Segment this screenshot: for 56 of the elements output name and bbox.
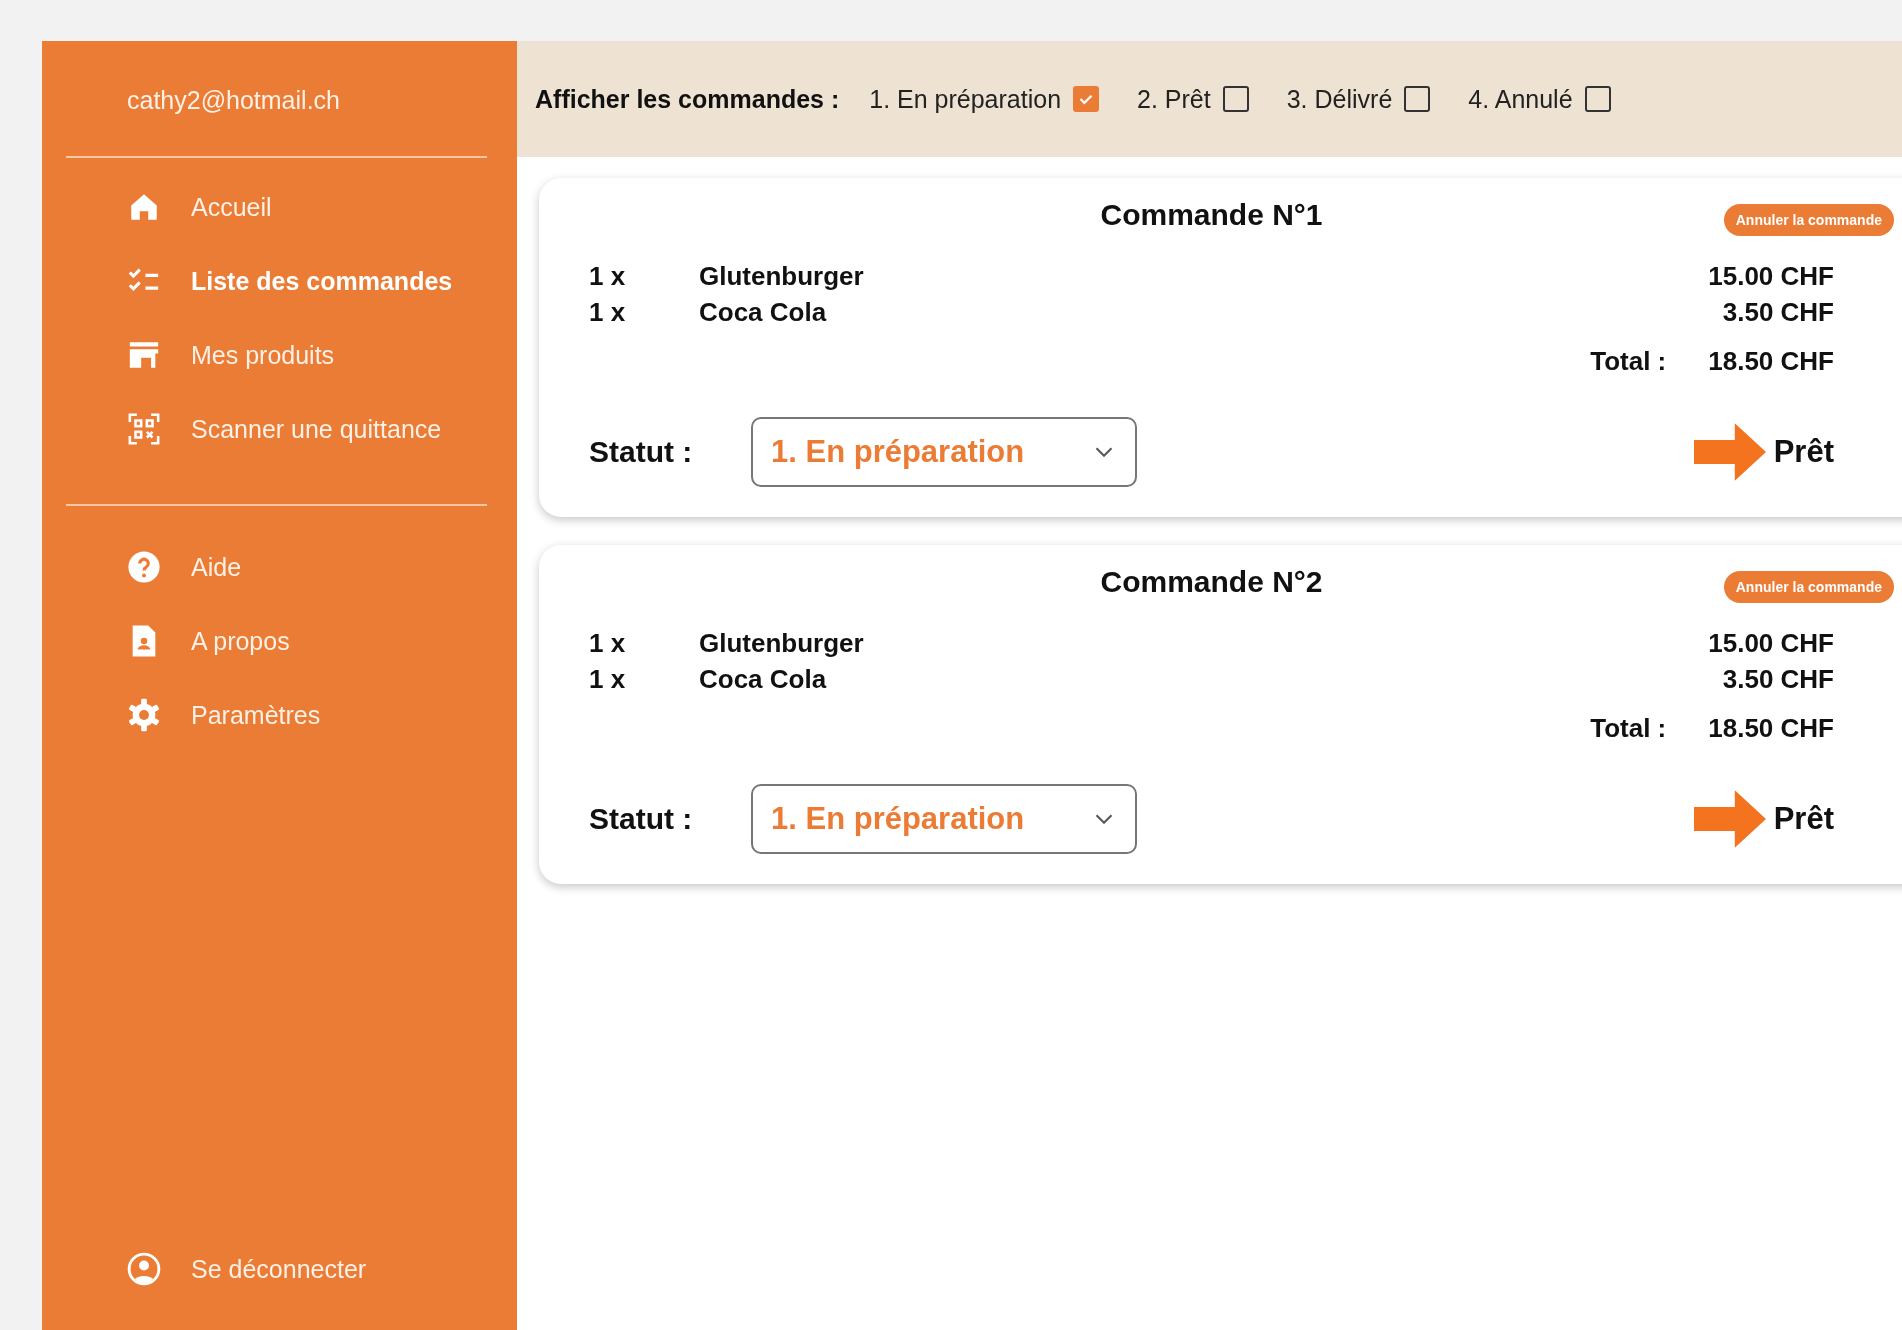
item-price: 3.50 CHF [1722,663,1834,695]
total-amount: 18.50 CHF [1708,346,1834,377]
total-amount: 18.50 CHF [1708,713,1834,744]
arrow-right-icon [1693,423,1766,481]
chevron-down-icon [1095,814,1113,824]
checkbox[interactable] [1404,86,1431,112]
status-label: Statut : [589,802,694,836]
cancel-order-button[interactable]: Annuler la commande [1723,571,1894,603]
nav-item[interactable]: Mes produits [42,318,517,392]
account-icon [127,1252,161,1286]
next-status-link[interactable]: Prêt [1693,423,1834,481]
logout-link[interactable]: Se déconnecter [42,1232,517,1306]
nav-item[interactable]: Scanner une quittance [42,392,517,466]
item-quantity: 1 x [589,663,627,695]
filter-label: Afficher les commandes : [535,84,840,114]
help-icon [128,551,160,583]
nav-item[interactable]: Paramètres [42,678,517,752]
checkbox[interactable] [1584,86,1611,112]
arrow-right-icon [1693,790,1766,848]
store-icon [129,342,159,368]
nav-item[interactable]: Liste des commandes [42,244,517,318]
filter-checkbox[interactable]: 1. En préparation [869,84,1100,114]
settings-icon [128,698,160,732]
item-price: 15.00 CHF [1708,627,1834,659]
status-dropdown[interactable]: 1. En préparation [751,784,1137,854]
item-name: Glutenburger [699,260,865,292]
item-quantity: 1 x [589,296,627,328]
checkbox[interactable] [1073,86,1100,112]
next-status-link[interactable]: Prêt [1693,790,1834,848]
nav-item[interactable]: Aide [42,530,517,604]
item-quantity: 1 x [589,627,627,659]
item-name: Coca Cola [699,296,828,328]
total-label: Total : [1590,346,1667,377]
item-price: 15.00 CHF [1708,260,1834,292]
status-label: Statut : [589,435,694,469]
nav-item[interactable]: A propos [42,604,517,678]
home-icon [131,194,157,220]
order-title: Commande N°1 [1100,198,1323,232]
chevron-down-icon [1095,447,1113,457]
qr-code-icon [128,413,160,445]
nav-item[interactable]: Accueil [42,170,517,244]
status-dropdown[interactable]: 1. En préparation [751,417,1137,487]
item-name: Glutenburger [699,627,865,659]
item-quantity: 1 x [589,260,627,292]
filter-checkbox[interactable]: 2. Prêt [1137,84,1249,114]
user-email: cathy2@hotmail.ch [126,85,341,116]
filter-checkbox[interactable]: 3. Délivré [1286,84,1431,114]
item-price: 3.50 CHF [1722,296,1834,328]
total-label: Total : [1590,713,1667,744]
checkbox[interactable] [1222,86,1249,112]
filter-checkbox[interactable]: 4. Annulé [1468,84,1611,114]
item-name: Coca Cola [699,663,828,695]
checklist-icon [128,268,160,291]
document-icon [132,625,156,657]
order-title: Commande N°2 [1100,565,1323,599]
cancel-order-button[interactable]: Annuler la commande [1723,204,1894,236]
